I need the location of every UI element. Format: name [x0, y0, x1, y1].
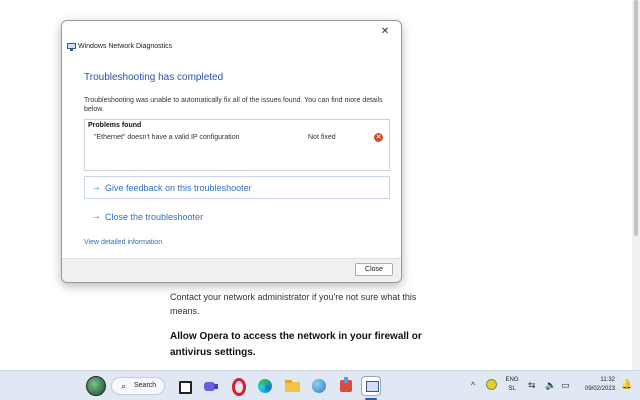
- office-app-icon[interactable]: [336, 376, 356, 396]
- volume-icon[interactable]: 🔈: [545, 380, 556, 391]
- video-chat-icon[interactable]: [201, 376, 221, 396]
- input-language[interactable]: ENG SL: [504, 376, 520, 394]
- problem-description: "Ethernet" doesn't have a valid IP confi…: [94, 134, 240, 141]
- network-icon[interactable]: ⇆: [528, 380, 536, 391]
- edge-browser-icon[interactable]: [255, 376, 275, 396]
- arrow-right-icon: →: [91, 211, 101, 222]
- close-troubleshooter-label: Close the troubleshooter: [105, 212, 204, 222]
- network-diagnostics-dialog: Windows Network Diagnostics ✕ Troublesho…: [61, 20, 402, 283]
- dialog-footer: Close: [62, 258, 401, 282]
- view-detailed-information-link[interactable]: View detailed information: [84, 239, 162, 246]
- task-view-icon[interactable]: [174, 376, 194, 396]
- clock-time: 11:32: [600, 377, 615, 383]
- error-icon: ✕: [374, 133, 383, 142]
- background-paragraph: Contact your network administrator if yo…: [170, 292, 417, 316]
- close-icon[interactable]: ✕: [378, 25, 392, 39]
- dialog-description: Troubleshooting was unable to automatica…: [84, 97, 383, 113]
- maps-app-icon[interactable]: [309, 376, 329, 396]
- feedback-link-label: Give feedback on this troubleshooter: [105, 183, 252, 193]
- network-diagnostics-taskbar-icon[interactable]: [361, 376, 381, 396]
- taskbar: ⌕ Search ^ ENG SL ⇆ 🔈 ▭ 11:32 09/02/2023…: [0, 370, 640, 400]
- file-explorer-icon[interactable]: [282, 376, 302, 396]
- network-diagnostics-icon: [67, 43, 76, 51]
- language-code: ENG: [505, 377, 519, 383]
- problems-panel: Problems found "Ethernet" doesn't have a…: [84, 119, 390, 171]
- battery-icon[interactable]: ▭: [561, 380, 570, 391]
- search-icon: ⌕: [121, 381, 127, 391]
- arrow-right-icon: →: [91, 182, 101, 193]
- taskbar-search[interactable]: ⌕ Search: [111, 377, 165, 395]
- feedback-link[interactable]: → Give feedback on this troubleshooter: [84, 176, 390, 199]
- dialog-heading: Troubleshooting has completed: [84, 72, 224, 83]
- page-scrollbar[interactable]: [632, 0, 640, 370]
- close-troubleshooter-link[interactable]: → Close the troubleshooter: [84, 205, 390, 228]
- clock-date: 09/02/2023: [585, 386, 616, 392]
- problems-title: Problems found: [88, 122, 142, 129]
- start-icon[interactable]: [86, 376, 106, 396]
- scrollbar-thumb[interactable]: [634, 0, 638, 236]
- search-label: Search: [134, 382, 157, 389]
- opera-browser-icon[interactable]: [228, 376, 248, 396]
- problem-status: Not fixed: [308, 134, 336, 141]
- tray-app-icon[interactable]: [486, 379, 497, 390]
- close-button[interactable]: Close: [355, 263, 393, 276]
- notification-bell-icon[interactable]: 🔔: [621, 379, 632, 390]
- tray-chevron-up-icon[interactable]: ^: [471, 380, 475, 390]
- dialog-title: Windows Network Diagnostics: [78, 43, 173, 50]
- keyboard-layout: SL: [508, 386, 516, 392]
- clock[interactable]: 11:32 09/02/2023: [585, 376, 615, 394]
- background-bold-heading: Allow Opera to access the network in you…: [170, 331, 422, 358]
